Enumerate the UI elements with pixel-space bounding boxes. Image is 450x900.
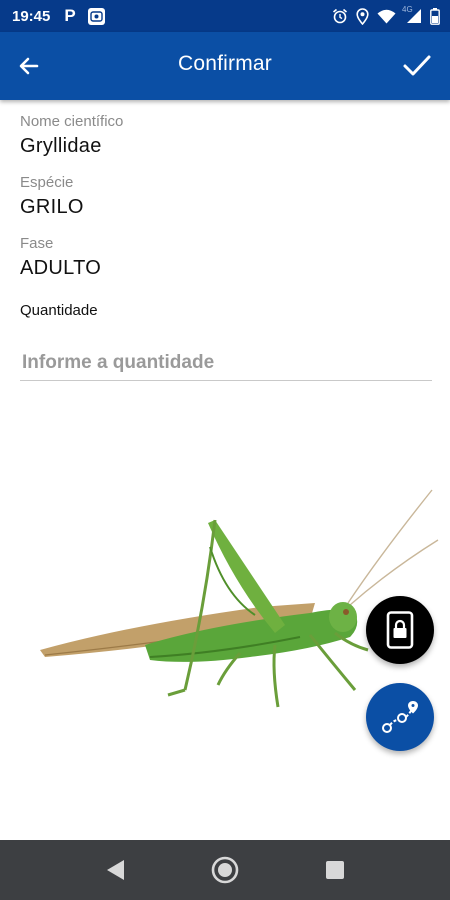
phase-value: ADULTO — [20, 257, 102, 279]
quantity-label: Quantidade — [20, 302, 98, 319]
status-bar: 19:45 P 4G — [0, 0, 450, 32]
wifi-icon — [377, 9, 396, 23]
app-notification-icon — [87, 7, 105, 25]
nav-recents-button[interactable] — [315, 850, 355, 890]
app-bar: Confirmar — [0, 32, 450, 100]
parking-icon: P — [64, 6, 76, 25]
status-icons: 4G — [332, 5, 440, 25]
nav-home-button[interactable] — [205, 850, 245, 890]
route-button[interactable] — [366, 683, 434, 751]
nav-back-button[interactable] — [95, 850, 135, 890]
species-field: Espécie GRILO — [20, 173, 432, 221]
page-title: Confirmar — [178, 52, 272, 75]
species-value: GRILO — [20, 196, 84, 218]
lock-device-button[interactable] — [366, 596, 434, 664]
form-details: Nome científico Gryllidae Espécie GRILO … — [20, 112, 432, 295]
phase-field: Fase ADULTO — [20, 234, 432, 282]
scientific-name-label: Nome científico — [20, 113, 124, 130]
species-label: Espécie — [20, 174, 74, 191]
route-icon — [382, 701, 418, 733]
status-time: 19:45 — [12, 7, 51, 25]
battery-icon — [430, 7, 440, 25]
confirm-button[interactable] — [398, 47, 436, 85]
system-nav-bar — [0, 840, 450, 900]
alarm-icon — [332, 8, 348, 24]
nav-home-icon — [211, 856, 239, 884]
quantity-input[interactable] — [20, 345, 432, 381]
nav-recents-icon — [326, 861, 344, 879]
phase-label: Fase — [20, 235, 54, 252]
signal-icon: 4G — [402, 5, 422, 24]
location-icon — [356, 7, 369, 25]
nav-back-icon — [107, 860, 124, 880]
check-icon — [403, 55, 431, 76]
scientific-name-value: Gryllidae — [20, 135, 102, 157]
phone-lock-icon — [386, 611, 414, 649]
scientific-name-field: Nome científico Gryllidae — [20, 112, 432, 160]
